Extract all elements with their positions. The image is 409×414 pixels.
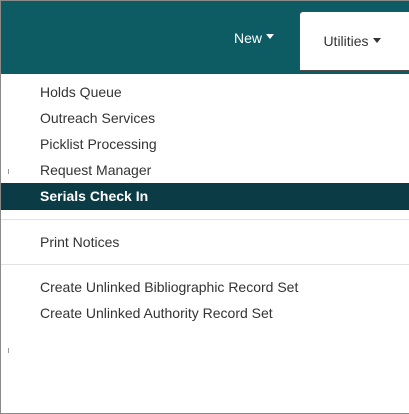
menu-item-picklist-processing[interactable]: Picklist Processing bbox=[1, 131, 409, 157]
menu-divider bbox=[1, 219, 409, 220]
background-edge-mark bbox=[8, 169, 9, 174]
menu-item-serials-check-in[interactable]: Serials Check In bbox=[1, 183, 409, 210]
menu-item-request-manager[interactable]: Request Manager bbox=[1, 157, 409, 183]
caret-down-icon bbox=[372, 37, 381, 43]
menu-item-holds-queue[interactable]: Holds Queue bbox=[1, 79, 409, 105]
utilities-menu-label: Utilities bbox=[323, 33, 369, 49]
caret-down-icon bbox=[266, 34, 274, 39]
app-frame: New Utilities Holds Queue Outreach Servi… bbox=[0, 0, 409, 414]
menu-item-create-unlinked-bib-record-set[interactable]: Create Unlinked Bibliographic Record Set bbox=[1, 274, 409, 300]
menu-item-print-notices[interactable]: Print Notices bbox=[1, 229, 409, 255]
menu-divider bbox=[1, 264, 409, 265]
menu-item-create-unlinked-authority-record-set[interactable]: Create Unlinked Authority Record Set bbox=[1, 300, 409, 326]
new-menu-label: New bbox=[233, 29, 262, 46]
menu-item-outreach-services[interactable]: Outreach Services bbox=[1, 105, 409, 131]
utilities-dropdown-menu: Holds Queue Outreach Services Picklist P… bbox=[1, 79, 409, 326]
utilities-menu-button[interactable]: Utilities bbox=[299, 11, 409, 71]
background-edge-mark bbox=[8, 348, 9, 353]
new-menu-button[interactable]: New bbox=[214, 1, 294, 74]
top-navbar: New Utilities bbox=[1, 1, 409, 74]
